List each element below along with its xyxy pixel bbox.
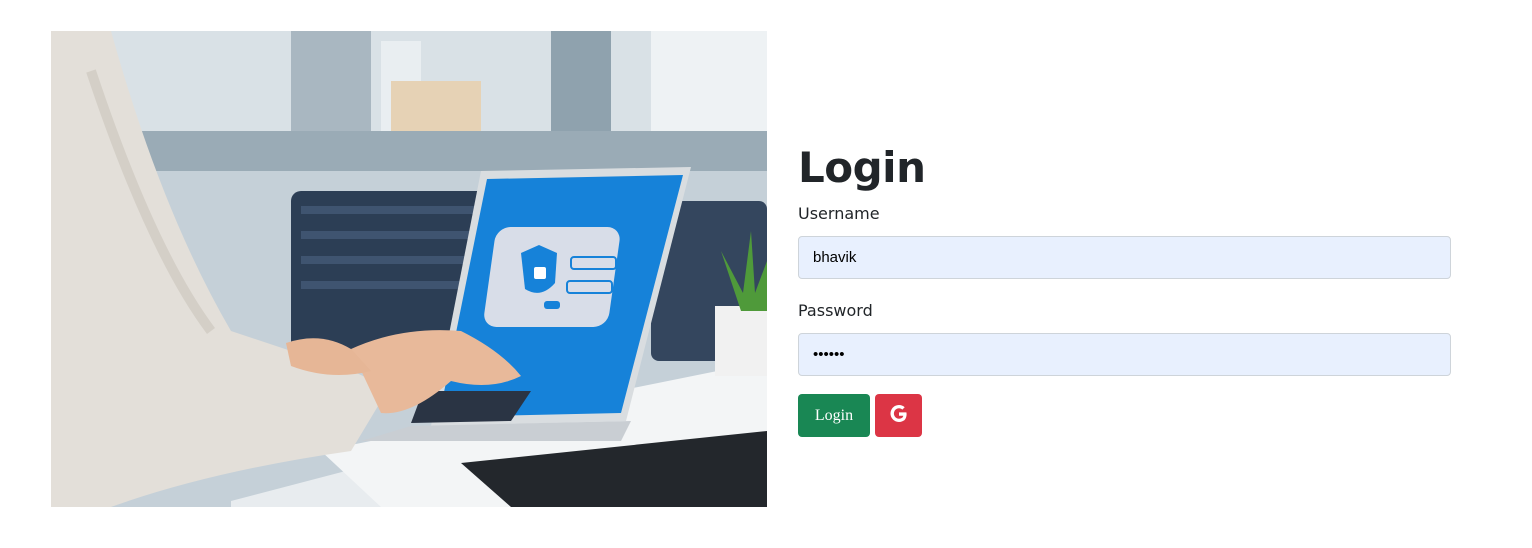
login-form: Login Username Password Login	[798, 140, 1451, 437]
password-input[interactable]	[798, 333, 1451, 376]
login-button[interactable]: Login	[798, 394, 870, 437]
google-icon	[889, 404, 909, 427]
username-label: Username	[798, 204, 880, 223]
password-label: Password	[798, 301, 873, 320]
hero-illustration	[51, 31, 767, 507]
google-login-button[interactable]	[875, 394, 922, 437]
username-input[interactable]	[798, 236, 1451, 279]
page-title: Login	[798, 143, 926, 192]
button-row: Login	[798, 394, 1451, 437]
laptop-login-illustration	[51, 31, 767, 507]
login-page: Login Username Password Login	[0, 0, 1532, 548]
